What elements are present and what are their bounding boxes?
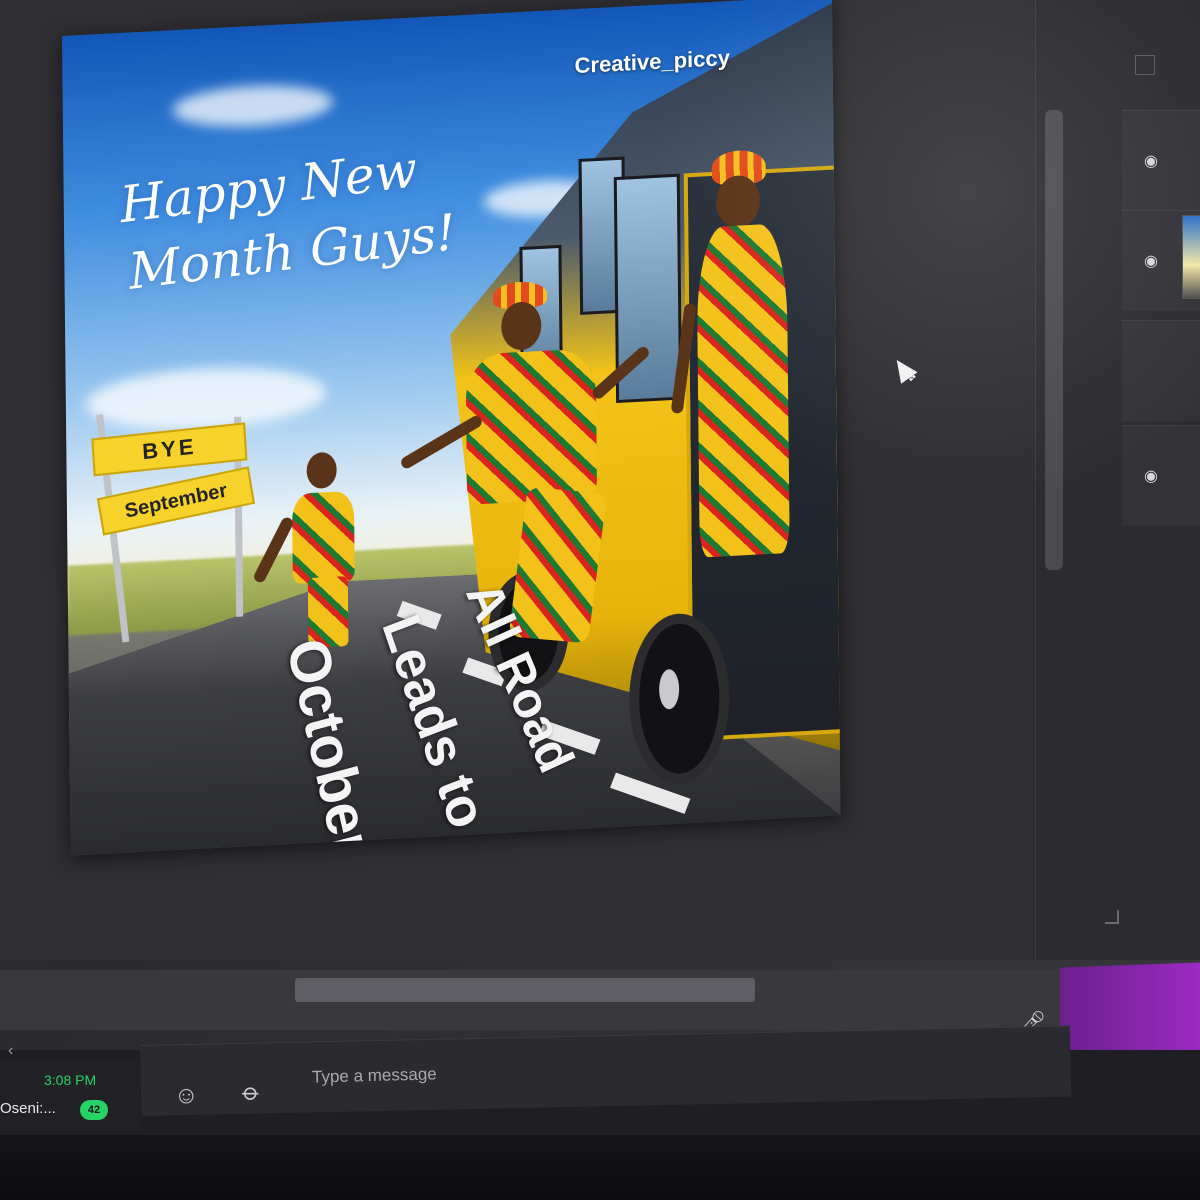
sign-september: September: [96, 466, 256, 536]
cloud: [172, 81, 334, 131]
resize-grip-icon[interactable]: [1105, 910, 1119, 924]
laptop-bezel: [0, 1135, 1200, 1200]
taskbar-accent: [1060, 962, 1200, 1058]
sign-bye: BYE: [91, 422, 248, 477]
runner-head: [306, 451, 337, 490]
chat-preview-time: 3:08 PM: [44, 1072, 97, 1088]
runner-body: [291, 490, 355, 584]
scroll-left-icon[interactable]: ‹: [8, 1042, 13, 1060]
smiley-icon[interactable]: ☺: [174, 1082, 199, 1110]
chat-list-item[interactable]: [0, 1060, 140, 1130]
screen-glare: [620, 0, 1200, 540]
chat-preview-name: Oseni:...: [0, 1100, 56, 1117]
message-input[interactable]: Type a message: [312, 1064, 437, 1087]
scrollbar-thumb[interactable]: [295, 978, 755, 1002]
cloud: [85, 362, 327, 435]
laptop-screen: BYE September Happy New Month Guys! Crea…: [0, 0, 1200, 1200]
unread-badge: 42: [80, 1100, 108, 1120]
jumper-body: [465, 348, 598, 505]
